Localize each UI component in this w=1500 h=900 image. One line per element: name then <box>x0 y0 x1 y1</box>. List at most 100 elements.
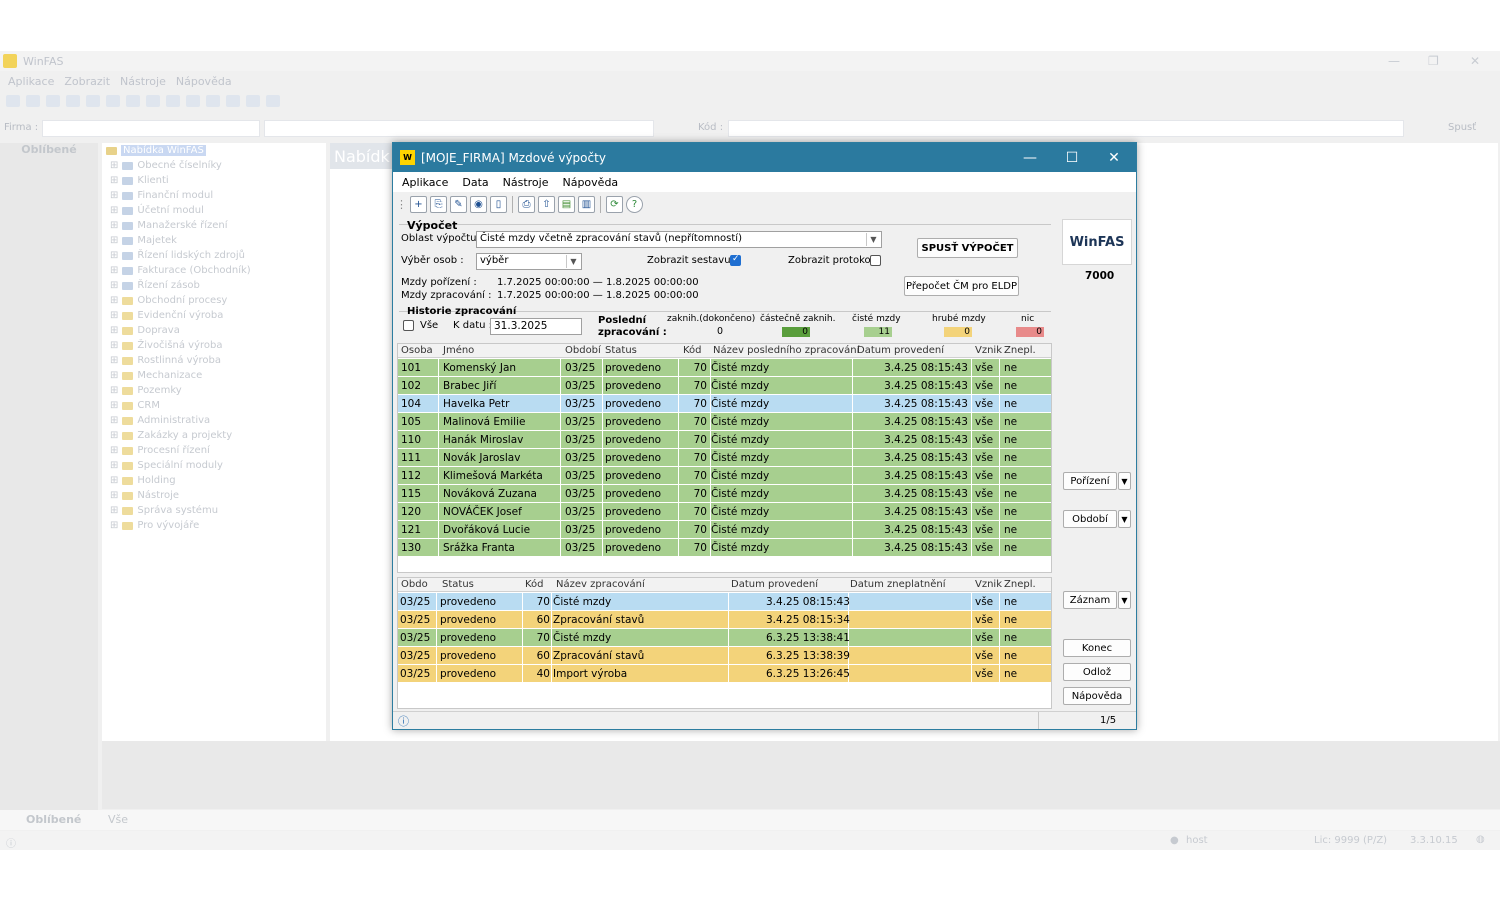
menu-data[interactable]: Data <box>462 176 488 189</box>
tree-item[interactable]: ⊞ Mechanizace <box>110 370 202 381</box>
historie-row[interactable]: 03/25 provedeno 70 Čisté mzdy 6.3.25 13:38:4… <box>398 629 1051 647</box>
tree-item[interactable]: ⊞ Zakázky a projekty <box>110 430 232 441</box>
osoby-row[interactable]: 110 Hanák Miroslav 03/25 provedeno 70 Čisté m… <box>398 431 1051 449</box>
toolbar-icon[interactable] <box>26 95 40 107</box>
col-zneplatneni[interactable]: Datum zneplatnění <box>850 579 946 590</box>
export-icon[interactable]: ⇧ <box>538 195 555 213</box>
col-kod[interactable]: Kód <box>683 345 702 356</box>
prepocet-eldp-button[interactable]: Přepočet ČM pro ELDP <box>904 276 1019 296</box>
porizeni-button[interactable]: Pořízení <box>1063 472 1117 490</box>
col-obdobi[interactable]: Obdo <box>401 579 428 590</box>
close-button[interactable]: ✕ <box>1093 143 1135 172</box>
minimize-icon[interactable]: — <box>1388 54 1400 68</box>
minimize-button[interactable]: — <box>1009 143 1051 172</box>
tree-item[interactable]: ⊞ Řízení zásob <box>110 280 200 291</box>
toolbar-icon[interactable] <box>126 95 140 107</box>
historie-row[interactable]: 03/25 provedeno 40 Import výroba 6.3.25 13:2… <box>398 665 1051 683</box>
tree-item[interactable]: ⊞ Obecné číselníky <box>110 160 222 171</box>
porizeni-dropdown-icon[interactable]: ▼ <box>1118 472 1131 490</box>
tree-item[interactable]: ⊞ Administrativa <box>110 415 210 426</box>
toolbar-icon[interactable] <box>246 95 260 107</box>
vyber-select[interactable]: výběr ▼ <box>476 253 582 270</box>
osoby-row[interactable]: 112 Klimešová Markéta 03/25 provedeno 70 Čist… <box>398 467 1051 485</box>
menu-zobrazit[interactable]: Zobrazit <box>64 75 110 88</box>
col-nazev[interactable]: Název zpracování <box>556 579 645 590</box>
table-icon[interactable]: ▤ <box>558 195 575 213</box>
menu-nastroje[interactable]: Nástroje <box>120 75 166 88</box>
kdatu-input[interactable]: 31.3.2025 <box>490 318 582 335</box>
col-vznik[interactable]: Vznik <box>975 579 1002 590</box>
toolbar-icon[interactable] <box>106 95 120 107</box>
edit-icon[interactable]: ✎ <box>450 195 467 213</box>
osoby-row[interactable]: 115 Nováková Zuzana 03/25 provedeno 70 Čisté … <box>398 485 1051 503</box>
osoby-row[interactable]: 101 Komenský Jan 03/25 provedeno 70 Čisté mzd… <box>398 359 1051 377</box>
kod-input[interactable] <box>728 120 1404 137</box>
tree-item[interactable]: ⊞ Rostlinná výroba <box>110 355 221 366</box>
col-datum[interactable]: Datum provedení <box>731 579 818 590</box>
osoby-row[interactable]: 104 Havelka Petr 03/25 provedeno 70 Čisté mzd… <box>398 395 1051 413</box>
toolbar-icon[interactable] <box>46 95 60 107</box>
tree-item[interactable]: ⊞ Správa systému <box>110 505 218 516</box>
col-obdobi[interactable]: Období <box>565 345 601 356</box>
copy-icon[interactable]: ⎘ <box>430 195 447 213</box>
col-datum[interactable]: Datum provedení <box>857 345 944 356</box>
osoby-row[interactable]: 130 Srážka Franta 03/25 provedeno 70 Čisté mz… <box>398 539 1051 557</box>
col-status[interactable]: Status <box>442 579 474 590</box>
tree-item[interactable]: ⊞ Živočišná výroba <box>110 340 223 351</box>
sestava-checkbox[interactable] <box>730 254 741 266</box>
tab-vse[interactable]: Vše <box>108 813 128 826</box>
oblast-select[interactable]: Čisté mzdy včetně zpracování stavů (nepř… <box>476 231 882 248</box>
historie-row[interactable]: 03/25 provedeno 60 Zpracování stavů 6.3.25 1… <box>398 647 1051 665</box>
toolbar-icon[interactable] <box>226 95 240 107</box>
firma-name-input[interactable] <box>264 120 654 137</box>
tree-item[interactable]: ⊞ Obchodní procesy <box>110 295 227 306</box>
tree-item[interactable]: ⊞ CRM <box>110 400 160 411</box>
print-icon[interactable]: ⎙ <box>518 195 535 213</box>
toolbar-icon[interactable] <box>266 95 280 107</box>
osoby-row[interactable]: 102 Brabec Jiří 03/25 provedeno 70 Čisté mzdy… <box>398 377 1051 395</box>
konec-button[interactable]: Konec <box>1063 639 1131 657</box>
tab-oblibene[interactable]: Oblíbené <box>26 813 81 826</box>
favorites-tab[interactable]: Oblíbené <box>0 143 98 157</box>
tree-item[interactable]: ⊞ Finanční modul <box>110 190 213 201</box>
refresh-icon[interactable]: ⟳ <box>606 195 623 213</box>
menu-aplikace[interactable]: Aplikace <box>8 75 54 88</box>
tree-item[interactable]: ⊞ Pro vývojáře <box>110 520 199 531</box>
tree-item[interactable]: ⊞ Speciální moduly <box>110 460 223 471</box>
zaznam-dropdown-icon[interactable]: ▼ <box>1118 591 1131 609</box>
close-icon[interactable]: ✕ <box>1470 54 1480 68</box>
col-znepl[interactable]: Znepl. <box>1004 579 1036 590</box>
tree-item[interactable]: ⊞ Řízení lidských zdrojů <box>110 250 245 261</box>
menu-napoveda[interactable]: Nápověda <box>562 176 618 189</box>
col-vznik[interactable]: Vznik <box>975 345 1002 356</box>
menu-napoveda[interactable]: Nápověda <box>176 75 232 88</box>
osoby-row[interactable]: 120 NOVÁČEK Josef 03/25 provedeno 70 Čisté mz… <box>398 503 1051 521</box>
tree-item[interactable]: ⊞ Doprava <box>110 325 180 336</box>
tree-item[interactable]: ⊞ Procesní řízení <box>110 445 210 456</box>
tree-item[interactable]: ⊞ Pozemky <box>110 385 182 396</box>
delete-icon[interactable]: ▯ <box>490 195 507 213</box>
main-tab[interactable]: Nabídk <box>330 143 392 169</box>
menu-aplikace[interactable]: Aplikace <box>402 176 448 189</box>
firma-input[interactable] <box>42 120 260 137</box>
napoveda-button[interactable]: Nápověda <box>1063 687 1131 705</box>
historie-row[interactable]: 03/25 provedeno 60 Zpracování stavů 3.4.25 0… <box>398 611 1051 629</box>
vse-checkbox[interactable] <box>403 320 414 331</box>
tree-item[interactable]: ⊞ Majetek <box>110 235 177 246</box>
col-jmeno[interactable]: Jméno <box>443 345 474 356</box>
tree-item[interactable]: ⊞ Nástroje <box>110 490 179 501</box>
tree-item[interactable]: ⊞ Evidenční výroba <box>110 310 223 321</box>
col-znepl[interactable]: Znepl. <box>1004 345 1036 356</box>
spust-vypocet-button[interactable]: SPUSŤ VÝPOČET <box>917 238 1018 258</box>
columns-icon[interactable]: ▥ <box>578 195 595 213</box>
toolbar-icon[interactable] <box>166 95 180 107</box>
odloz-button[interactable]: Odlož <box>1063 663 1131 681</box>
maximize-button[interactable]: ☐ <box>1051 143 1093 172</box>
tree-item[interactable]: ⊞ Fakturace (Obchodník) <box>110 265 251 276</box>
toolbar-icon[interactable] <box>206 95 220 107</box>
toolbar-icon[interactable] <box>146 95 160 107</box>
toolbar-icon[interactable] <box>6 95 20 107</box>
spust-button[interactable]: Spusť <box>1448 122 1476 133</box>
add-icon[interactable]: + <box>410 195 427 213</box>
col-kod[interactable]: Kód <box>525 579 544 590</box>
